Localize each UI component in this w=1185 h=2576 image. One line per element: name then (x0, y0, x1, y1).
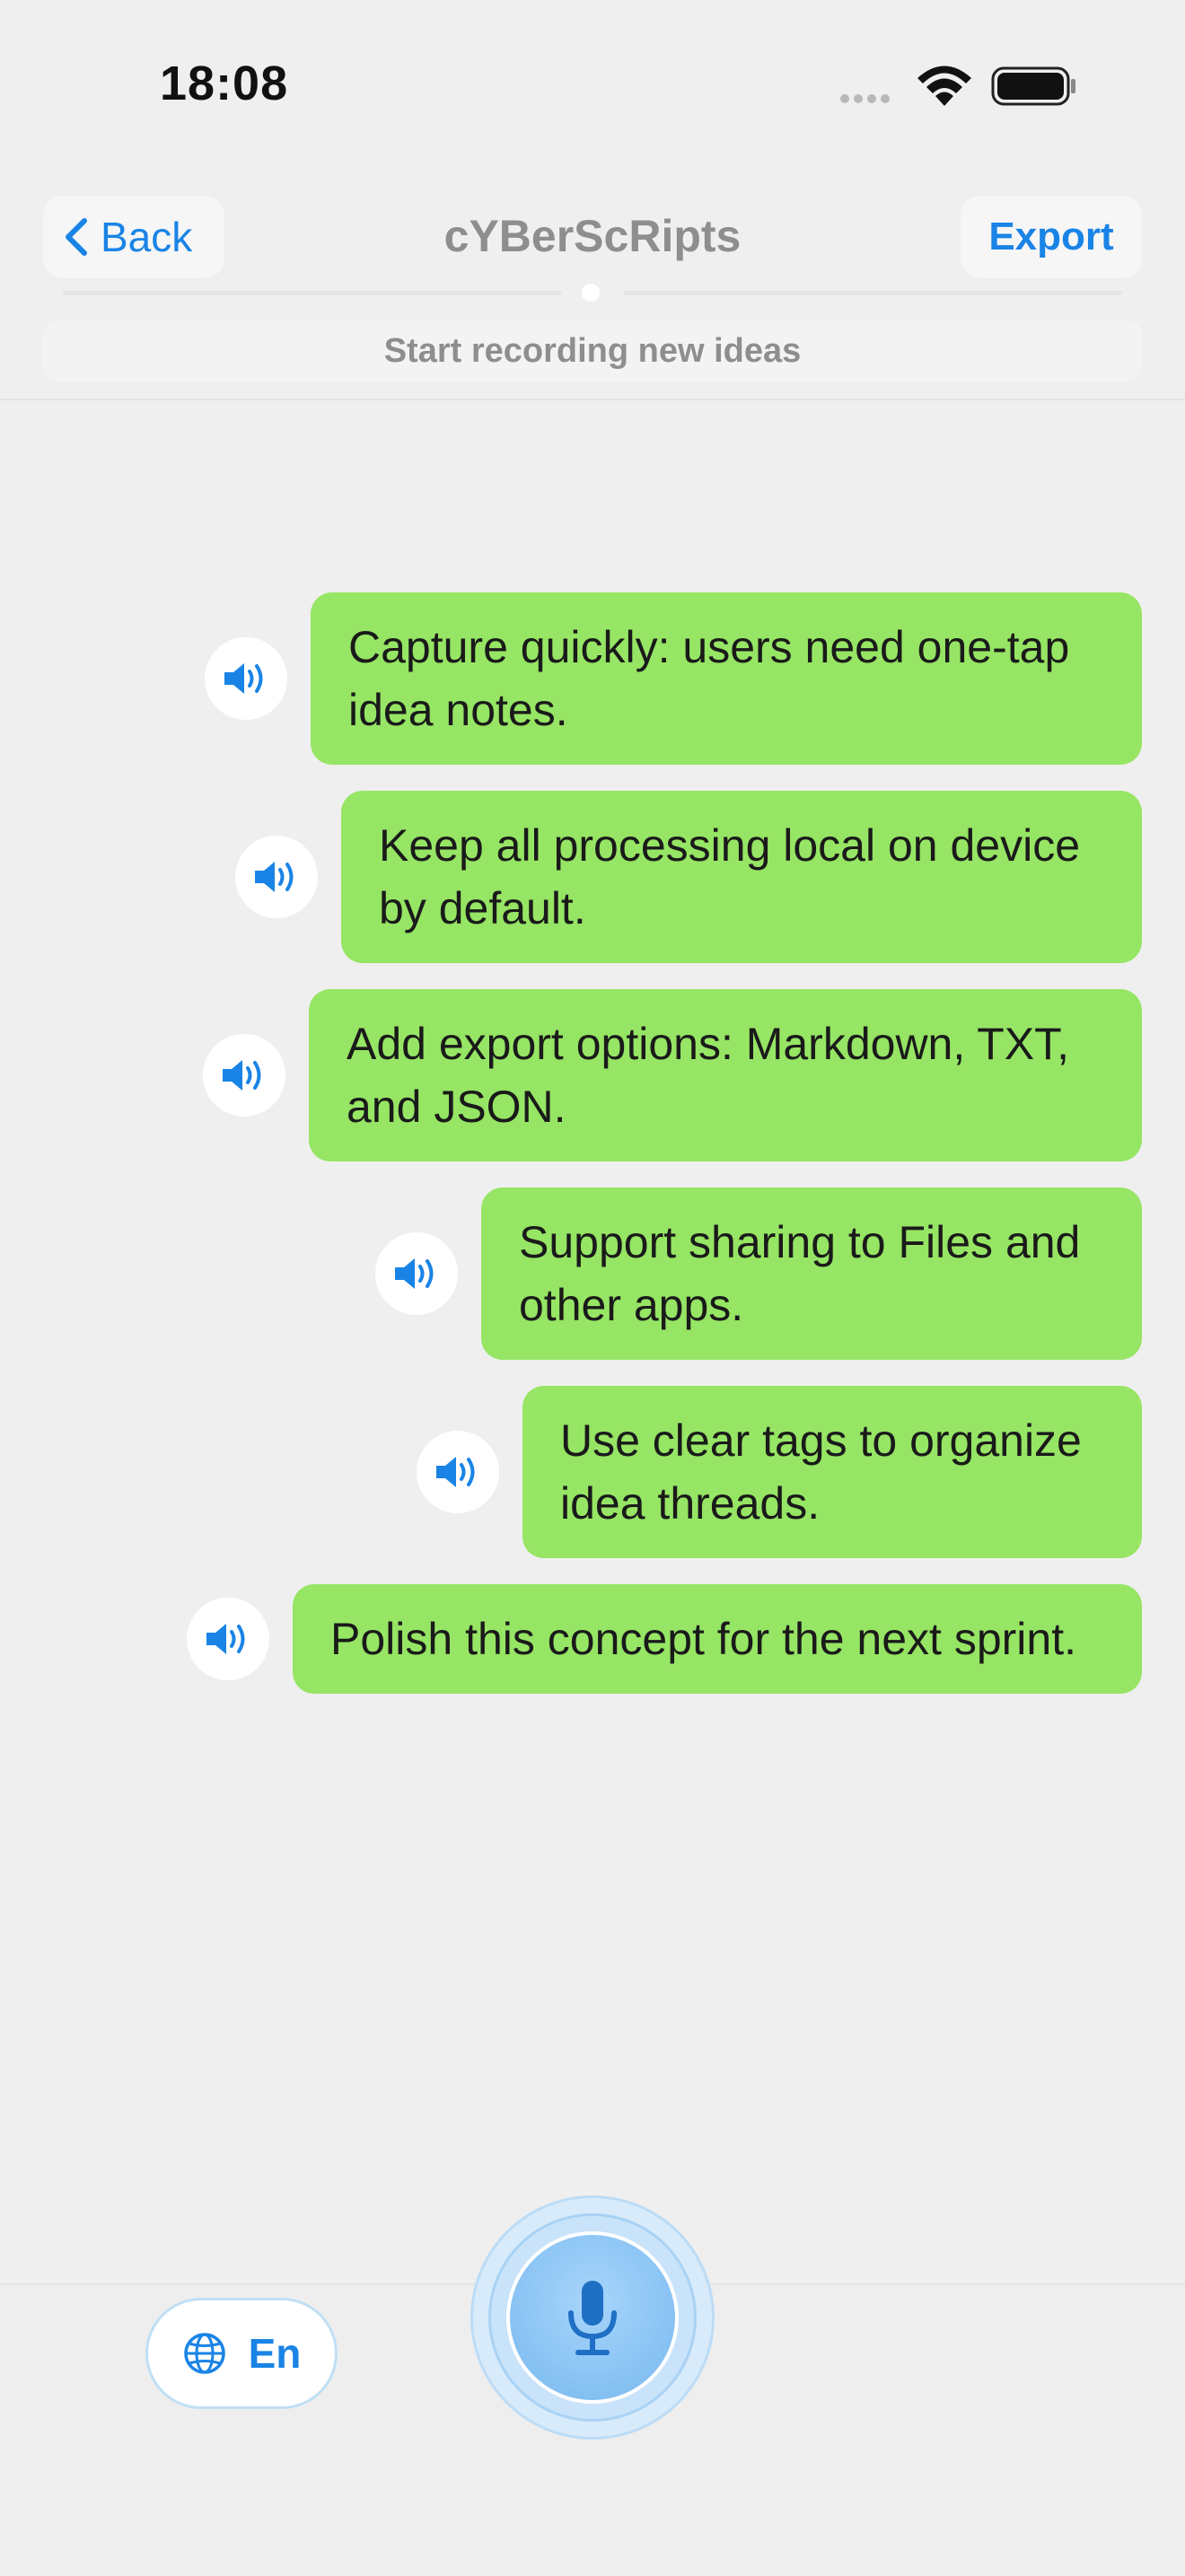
speaker-icon[interactable] (203, 1034, 285, 1117)
message-row: Keep all processing local on device by d… (235, 791, 1142, 963)
status-time: 18:08 (160, 57, 289, 110)
message-bubble: Support sharing to Files and other apps. (481, 1187, 1142, 1360)
cellular-signal-icon (840, 92, 894, 108)
title-divider-left (63, 291, 562, 295)
language-label: En (248, 2330, 302, 2377)
record-button-area (470, 2195, 715, 2440)
title-divider-right (623, 291, 1122, 295)
speaker-icon[interactable] (205, 637, 287, 720)
message-row: Polish this concept for the next sprint. (187, 1584, 1142, 1694)
message-bubble: Add export options: Markdown, TXT, and J… (309, 989, 1142, 1161)
microphone-icon (568, 2281, 617, 2355)
recording-hint: Start recording new ideas (43, 320, 1142, 382)
speaker-icon[interactable] (417, 1431, 499, 1513)
message-row: Add export options: Markdown, TXT, and J… (203, 989, 1142, 1161)
speaker-icon[interactable] (375, 1232, 458, 1315)
message-bubble: Capture quickly: users need one-tap idea… (311, 592, 1142, 765)
wifi-icon (916, 65, 973, 112)
message-row: Capture quickly: users need one-tap idea… (205, 592, 1142, 765)
message-row: Support sharing to Files and other apps. (375, 1187, 1142, 1360)
globe-icon (183, 2333, 225, 2374)
title-divider-dot (582, 284, 600, 302)
record-button[interactable] (506, 2231, 679, 2404)
message-bubble: Keep all processing local on device by d… (341, 791, 1142, 963)
message-bubble: Use clear tags to organize idea threads. (522, 1386, 1142, 1558)
language-button[interactable]: En (145, 2298, 338, 2409)
status-bar: 18:08 (0, 0, 1185, 180)
battery-icon (991, 66, 1077, 110)
speaker-icon[interactable] (235, 836, 318, 918)
message-bubble: Polish this concept for the next sprint. (293, 1584, 1142, 1694)
navigation-bar: Back cYBerScRipts Export Start recording… (0, 180, 1185, 400)
message-row: Use clear tags to organize idea threads. (417, 1386, 1142, 1558)
export-button[interactable]: Export (961, 196, 1142, 278)
speaker-icon[interactable] (187, 1598, 269, 1680)
